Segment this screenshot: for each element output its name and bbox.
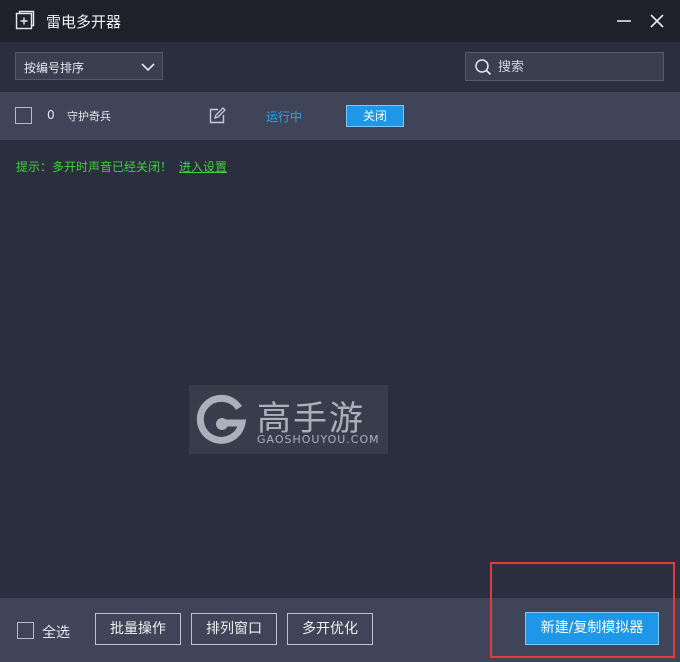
select-all-checkbox[interactable]: [17, 622, 34, 639]
sort-label: 按编号排序: [24, 61, 85, 75]
toolbar: 按编号排序: [0, 42, 680, 92]
sound-tip: 提示：多开时声音已经关闭！: [16, 160, 173, 174]
batch-operation-button[interactable]: 批量操作: [95, 613, 181, 645]
title-bar: 雷电多开器: [0, 0, 680, 42]
bottom-bar: 全选 批量操作 排列窗口 多开优化 新建/复制模拟器: [0, 598, 680, 662]
close-instance-button[interactable]: 关闭: [346, 105, 404, 127]
watermark-logo-icon: [196, 394, 247, 444]
instance-name: 守护奇兵: [67, 110, 111, 123]
instance-checkbox[interactable]: [15, 107, 32, 124]
chevron-down-icon: [141, 63, 155, 72]
window-title: 雷电多开器: [46, 13, 122, 31]
minimize-icon[interactable]: [614, 11, 634, 31]
add-window-icon: [15, 10, 35, 30]
new-copy-emulator-button[interactable]: 新建/复制模拟器: [525, 612, 659, 645]
multi-open-optimize-button[interactable]: 多开优化: [287, 613, 373, 645]
watermark: 高手游 GAOSHOUYOU.COM: [189, 385, 388, 454]
select-all-label[interactable]: 全选: [42, 622, 70, 642]
close-icon[interactable]: [647, 11, 667, 31]
arrange-windows-button[interactable]: 排列窗口: [191, 613, 277, 645]
search-icon[interactable]: [474, 58, 492, 76]
search-input[interactable]: [498, 57, 658, 77]
watermark-subtext: GAOSHOUYOU.COM: [257, 433, 380, 446]
instance-row: 0 守护奇兵 运行中 关闭: [0, 92, 680, 140]
edit-icon[interactable]: [208, 107, 226, 125]
sort-dropdown[interactable]: 按编号排序: [15, 52, 163, 80]
instance-status: 运行中: [266, 110, 303, 124]
instance-index: 0: [47, 108, 55, 122]
search-box[interactable]: [465, 52, 664, 81]
settings-link[interactable]: 进入设置: [179, 158, 227, 175]
